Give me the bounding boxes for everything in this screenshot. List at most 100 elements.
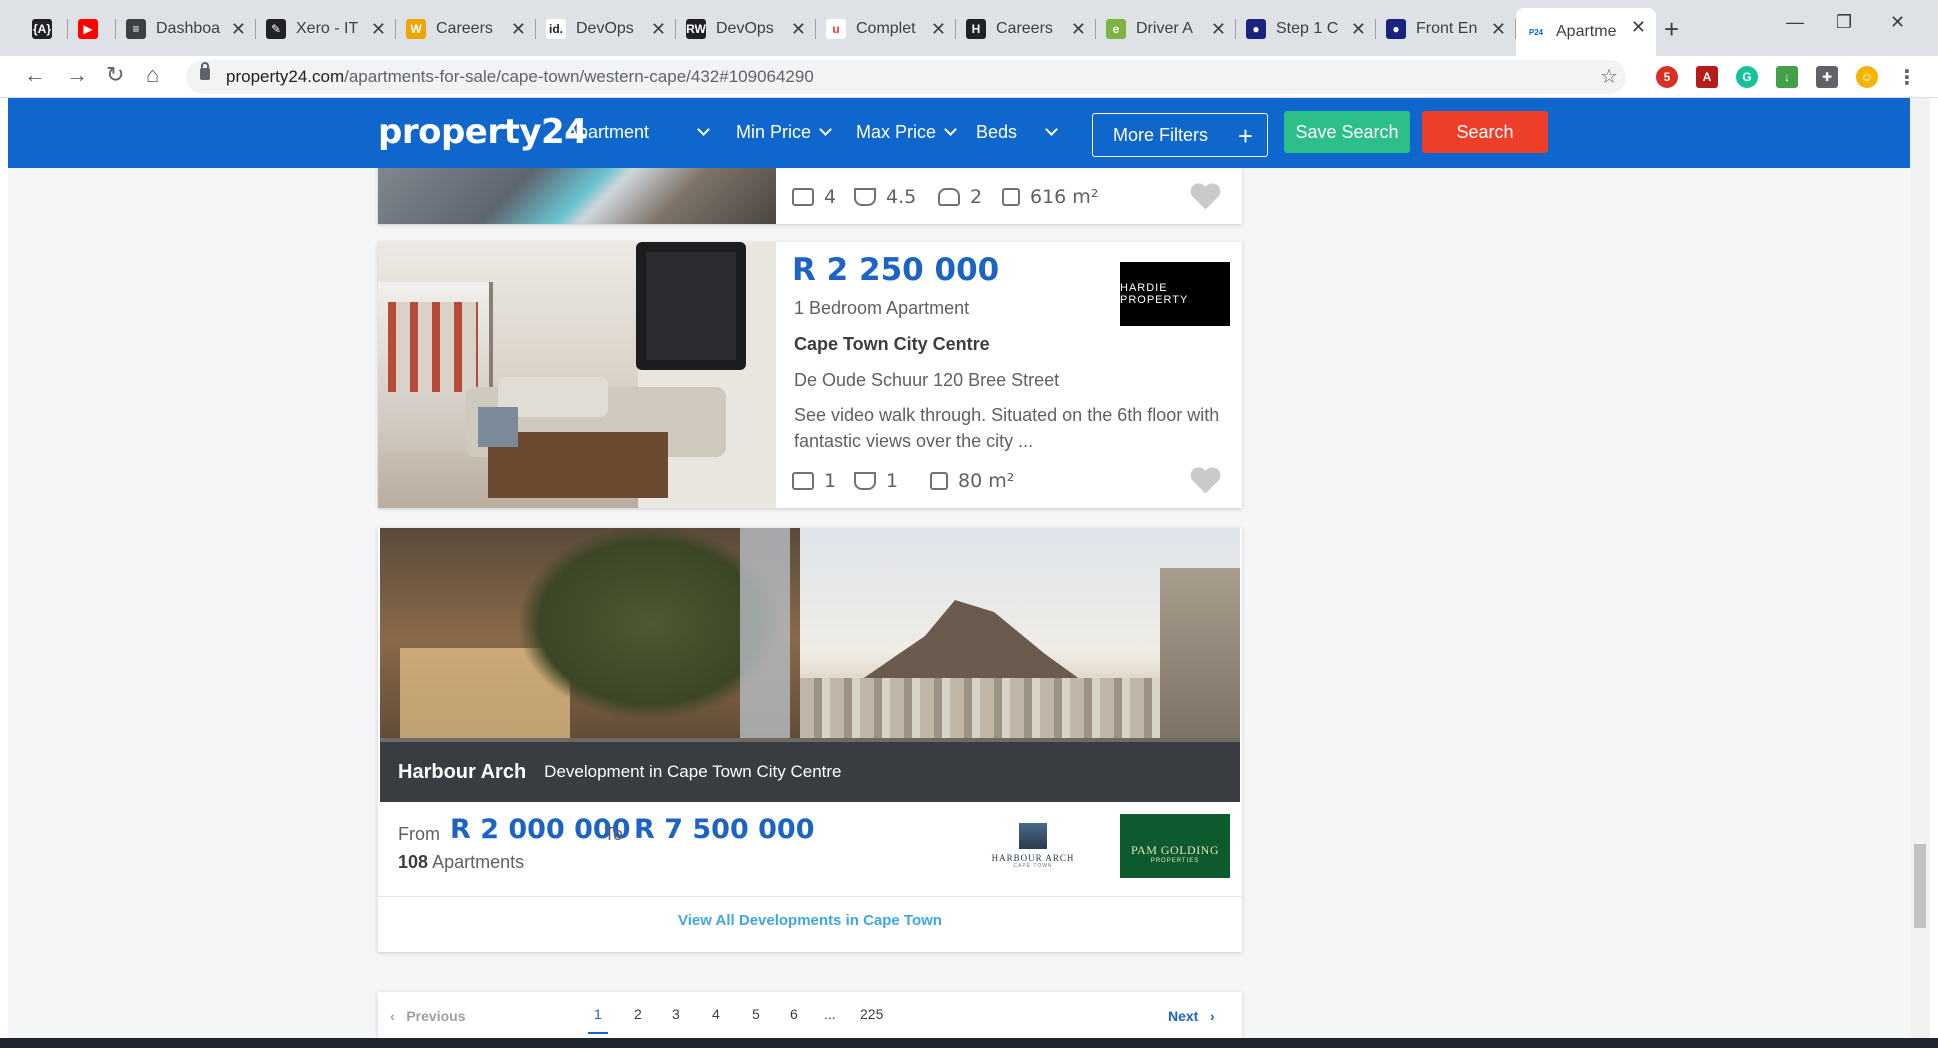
address-bar[interactable]: property24.com/apartments-for-sale/cape-… (186, 60, 1626, 94)
results-content: 4 4.5 2 616 m² R 2 250 000 1 Bedroom Apa… (8, 168, 1910, 1038)
close-tab-icon[interactable]: ✕ (511, 19, 526, 40)
developer-logo[interactable]: HARBOUR ARCH CAPE TOWN (978, 814, 1088, 878)
floor-size-icon (930, 472, 948, 490)
browser-tab[interactable]: H Careers ✕ (956, 10, 1096, 48)
more-filters-button[interactable]: More Filters + (1092, 113, 1268, 157)
close-window-icon[interactable]: ✕ (1890, 12, 1905, 33)
page-number[interactable]: 6 (790, 1006, 798, 1022)
developer-logo-subtext: CAPE TOWN (1013, 863, 1053, 869)
property-type-label: Apartment (566, 122, 650, 142)
close-tab-icon[interactable]: ✕ (1631, 17, 1646, 38)
tab-title: Front En (1416, 20, 1478, 37)
menu-icon[interactable]: ⋮ (1896, 66, 1918, 89)
restore-icon[interactable]: ❐ (1836, 12, 1852, 33)
bookmark-star-icon[interactable]: ☆ (1600, 64, 1618, 89)
divider (378, 896, 1242, 897)
browser-tab[interactable]: {A} (22, 10, 68, 48)
page-number[interactable]: 1 (588, 1006, 608, 1034)
min-price-select[interactable]: Min Price (736, 122, 832, 143)
listing-price[interactable]: R 2 250 000 (792, 252, 999, 288)
favicon-icon: u (826, 19, 846, 39)
chevron-right-icon: › (1210, 1008, 1215, 1024)
bedrooms-feature: 4 (792, 186, 836, 208)
extension-icon[interactable]: 5 (1656, 66, 1678, 88)
chevron-down-icon (944, 123, 957, 136)
to-label: To (604, 824, 624, 844)
listing-card-previous[interactable]: 4 4.5 2 616 m² (378, 168, 1242, 224)
close-tab-icon[interactable]: ✕ (1491, 19, 1506, 40)
close-tab-icon[interactable]: ✕ (651, 19, 666, 40)
development-name[interactable]: Harbour Arch (398, 761, 526, 784)
view-all-developments-link[interactable]: View All Developments in Cape Town (378, 912, 1242, 929)
listing-type: 1 Bedroom Apartment (794, 298, 970, 318)
home-icon[interactable]: ⌂ (146, 62, 159, 88)
pam-golding-logo[interactable]: PAM GOLDING PROPERTIES (1120, 814, 1230, 878)
save-search-button[interactable]: Save Search (1284, 111, 1410, 153)
page-scrollbar[interactable] (1910, 98, 1930, 1038)
grammarly-icon[interactable]: G (1736, 66, 1758, 88)
close-tab-icon[interactable]: ✕ (231, 19, 246, 40)
page-number[interactable]: 5 (752, 1006, 760, 1022)
development-card[interactable]: Harbour Arch Development in Cape Town Ci… (378, 528, 1242, 952)
page-number[interactable]: 225 (860, 1006, 883, 1022)
pam-golding-logo-text: PAM GOLDING (1130, 842, 1220, 857)
browser-tab[interactable]: ▶ (68, 10, 116, 48)
browser-tab[interactable]: ✎ Xero - IT ✕ (256, 10, 396, 48)
page-number[interactable]: 4 (712, 1006, 720, 1022)
development-units: 108 Apartments (398, 852, 524, 873)
close-tab-icon[interactable]: ✕ (1071, 19, 1086, 40)
scrollbar-thumb[interactable] (1914, 844, 1926, 928)
bath-icon (854, 188, 876, 206)
forward-icon[interactable]: → (66, 62, 88, 88)
browser-tab[interactable]: RW DevOps ✕ (676, 10, 816, 48)
development-overlay: Harbour Arch Development in Cape Town Ci… (380, 742, 1240, 802)
favourite-heart-icon[interactable] (1190, 184, 1220, 212)
browser-tab[interactable]: P24 Apartme ✕ (1516, 8, 1656, 56)
property24-logo[interactable]: property24 (378, 112, 588, 152)
page-number[interactable]: 2 (634, 1006, 642, 1022)
search-button[interactable]: Search (1422, 111, 1548, 153)
new-tab-icon[interactable]: + (1664, 14, 1679, 45)
page-number[interactable]: 3 (672, 1006, 680, 1022)
download-extension-icon[interactable]: ↓ (1776, 66, 1798, 88)
close-tab-icon[interactable]: ✕ (1351, 19, 1366, 40)
favicon-icon: e (1106, 19, 1126, 39)
profile-avatar[interactable]: ☺ (1856, 66, 1878, 88)
browser-tab[interactable]: e Driver A ✕ (1096, 10, 1236, 48)
browser-tab[interactable]: W Careers ✕ (396, 10, 536, 48)
extensions-puzzle-icon[interactable]: ✚ (1816, 66, 1838, 88)
beds-label: Beds (976, 122, 1018, 142)
close-tab-icon[interactable]: ✕ (791, 19, 806, 40)
next-page-button[interactable]: Next › (1168, 1008, 1215, 1024)
browser-tab[interactable]: u Complet ✕ (816, 10, 956, 48)
browser-tab[interactable]: ● Step 1 C ✕ (1236, 10, 1376, 48)
favourite-heart-icon[interactable] (1190, 468, 1220, 496)
more-filters-label: More Filters (1113, 124, 1209, 145)
reload-icon[interactable]: ↻ (106, 62, 124, 88)
listing-card[interactable]: R 2 250 000 1 Bedroom Apartment Cape Tow… (378, 242, 1242, 508)
pdf-extension-icon[interactable]: A (1696, 66, 1718, 88)
max-price-select[interactable]: Max Price (856, 122, 957, 143)
close-tab-icon[interactable]: ✕ (931, 19, 946, 40)
browser-tab[interactable]: ● Front En ✕ (1376, 10, 1516, 48)
browser-tab[interactable]: id. DevOps ✕ (536, 10, 676, 48)
favicon-icon: ● (1246, 19, 1266, 39)
floor-size-icon (1002, 188, 1020, 206)
tab-title: DevOps (716, 20, 774, 37)
listing-photo[interactable] (378, 168, 776, 224)
pagination-ellipsis: ... (824, 1006, 836, 1022)
property-type-select[interactable]: Apartment (566, 122, 710, 143)
close-tab-icon[interactable]: ✕ (1211, 19, 1226, 40)
lock-icon (200, 62, 210, 80)
close-tab-icon[interactable]: ✕ (371, 19, 386, 40)
listing-photo[interactable] (378, 242, 776, 508)
beds-select[interactable]: Beds (976, 122, 1058, 143)
browser-tab[interactable]: ≡ Dashboa ✕ (116, 10, 256, 48)
listing-location: Cape Town City Centre (794, 334, 990, 354)
back-icon[interactable]: ← (24, 62, 46, 88)
previous-page-button[interactable]: ‹ Previous (390, 1008, 465, 1024)
minimize-icon[interactable]: — (1786, 12, 1804, 33)
tab-title: Xero - IT (296, 20, 359, 37)
agency-logo[interactable]: HARDIE PROPERTY (1120, 262, 1230, 326)
tab-title: Apartme (1556, 23, 1617, 40)
